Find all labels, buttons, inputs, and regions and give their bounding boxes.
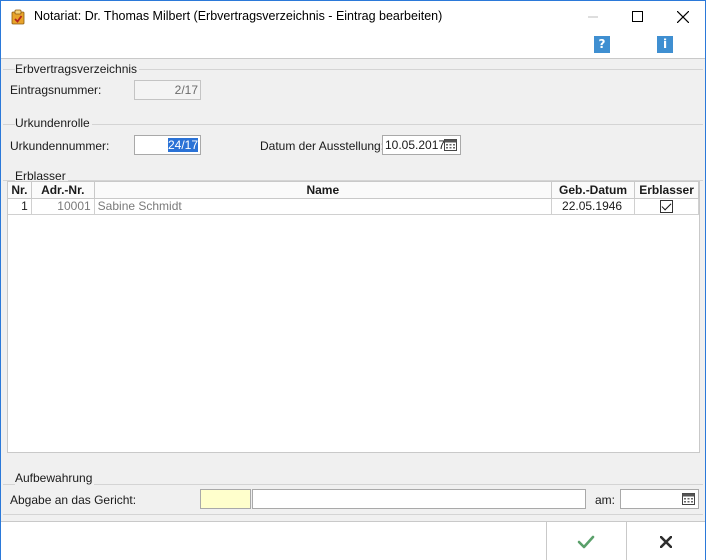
eintragsnummer-label: Eintragsnummer: — [10, 83, 102, 97]
calendar-icon[interactable] — [444, 139, 457, 151]
calendar-icon[interactable] — [682, 493, 695, 505]
table-header-row: Nr. Adr.-Nr. Name Geb.-Datum Erblasser — [8, 182, 699, 199]
eintragsnummer-field: 2/17 — [134, 80, 201, 100]
maximize-icon — [631, 11, 643, 22]
cell-nr: 1 — [8, 198, 32, 215]
maximize-button[interactable] — [614, 1, 660, 32]
col-header-geb-datum[interactable]: Geb.-Datum — [551, 182, 636, 199]
cell-geb-datum: 22.05.1946 — [551, 198, 636, 215]
gericht-name-input[interactable] — [252, 489, 586, 509]
cell-name: Sabine Schmidt — [94, 198, 552, 215]
datum-ausstellung-value: 10.05.2017 — [385, 138, 446, 152]
abgabe-datum-input[interactable] — [620, 489, 699, 509]
erblasser-table[interactable]: Nr. Adr.-Nr. Name Geb.-Datum Erblasser 1… — [7, 181, 700, 453]
dialog-footer — [1, 521, 705, 560]
toolbar: ? i — [1, 32, 705, 59]
urkundennummer-value: 24/17 — [167, 138, 198, 152]
cross-icon — [660, 535, 672, 548]
group-divider — [3, 124, 703, 125]
question-icon[interactable]: ? — [594, 36, 610, 53]
section-aufbewahrung-title: Aufbewahrung — [15, 471, 95, 485]
close-button[interactable] — [660, 1, 706, 32]
title-bar[interactable]: Notariat: Dr. Thomas Milbert (Erbvertrag… — [1, 1, 705, 32]
col-header-erblasser[interactable]: Erblasser — [634, 182, 699, 199]
cancel-button[interactable] — [626, 522, 705, 560]
datum-ausstellung-input[interactable]: 10.05.2017 — [382, 135, 461, 155]
ok-button[interactable] — [546, 522, 625, 560]
abgabe-gericht-label: Abgabe an das Gericht: — [10, 493, 137, 507]
col-header-nr[interactable]: Nr. — [8, 182, 32, 199]
cell-adr-nr: 10001 — [31, 198, 95, 215]
notary-app-icon — [11, 9, 25, 25]
urkundennummer-label: Urkundennummer: — [10, 139, 110, 153]
section-urkundenrolle-title: Urkundenrolle — [15, 116, 92, 130]
minimize-button[interactable] — [570, 1, 616, 32]
section-erbvertrag-title: Erbvertragsverzeichnis — [15, 62, 140, 76]
datum-ausstellung-label: Datum der Ausstellung: — [260, 139, 385, 153]
group-divider — [3, 514, 703, 515]
info-icon[interactable]: i — [657, 36, 673, 53]
group-divider — [3, 484, 703, 485]
cell-erblasser — [634, 198, 699, 215]
erblasser-checkbox[interactable] — [660, 200, 674, 214]
table-row[interactable]: 1 10001 Sabine Schmidt 22.05.1946 — [8, 198, 699, 215]
window-title: Notariat: Dr. Thomas Milbert (Erbvertrag… — [34, 9, 443, 23]
urkundennummer-input[interactable]: 24/17 — [134, 135, 201, 155]
checkmark-icon — [577, 535, 595, 548]
gericht-code-input[interactable] — [200, 489, 251, 509]
close-icon — [677, 10, 689, 23]
dialog-window: Notariat: Dr. Thomas Milbert (Erbvertrag… — [0, 0, 706, 560]
col-header-adr-nr[interactable]: Adr.-Nr. — [31, 182, 95, 199]
am-label: am: — [595, 493, 616, 507]
minimize-icon — [587, 16, 598, 18]
col-header-name[interactable]: Name — [94, 182, 552, 199]
dialog-content: Erbvertragsverzeichnis Eintragsnummer: 2… — [1, 59, 705, 521]
